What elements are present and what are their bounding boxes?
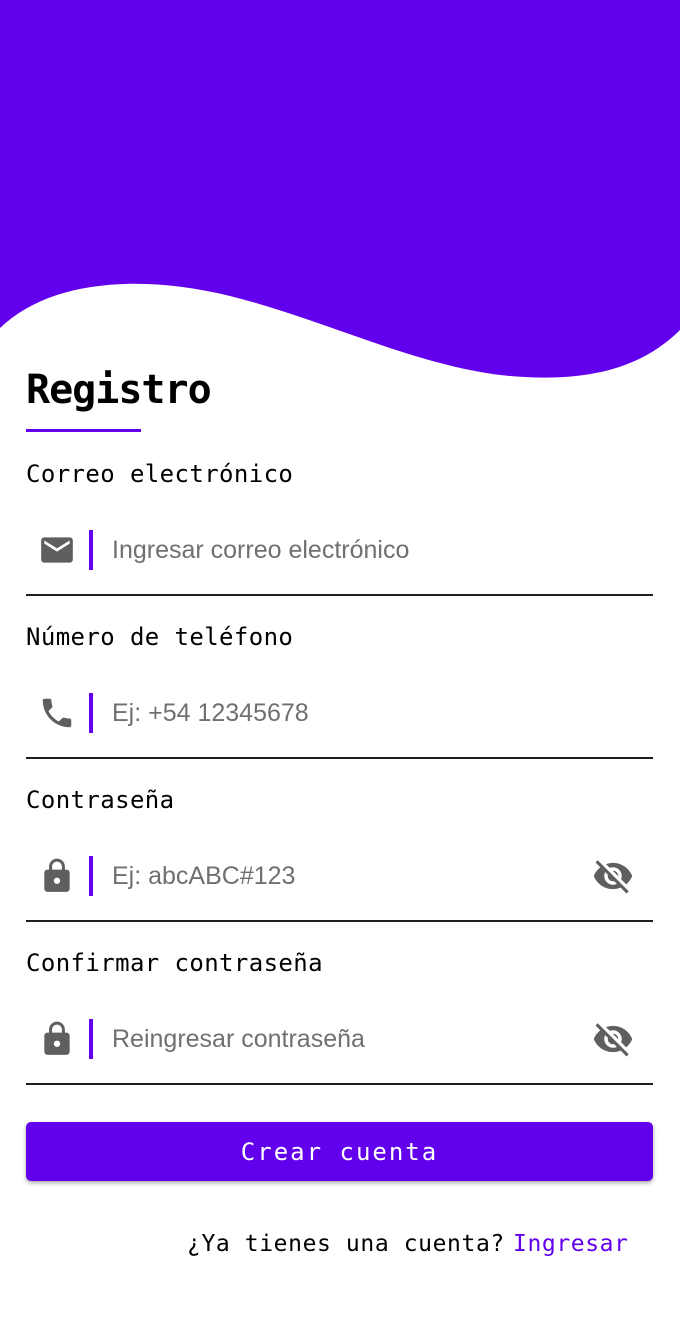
header-wave	[0, 0, 680, 378]
field-underline	[26, 920, 653, 922]
create-account-button[interactable]: Crear cuenta	[26, 1122, 653, 1181]
password-label: Contraseña	[26, 786, 175, 814]
eye-off-icon[interactable]	[592, 1018, 634, 1060]
email-field-group: Correo electrónico	[26, 456, 653, 620]
phone-field-group: Número de teléfono	[26, 619, 653, 783]
phone-label: Número de teléfono	[26, 623, 294, 651]
field-underline	[26, 757, 653, 759]
field-divider	[89, 693, 93, 733]
lock-icon	[44, 858, 70, 892]
mail-icon	[41, 537, 73, 563]
eye-off-icon[interactable]	[592, 855, 634, 897]
phone-icon	[42, 698, 72, 728]
page-title: Registro	[26, 367, 212, 413]
field-underline	[26, 594, 653, 596]
lock-icon	[44, 1021, 70, 1055]
field-divider	[89, 856, 93, 896]
field-divider	[89, 1019, 93, 1059]
confirm-password-field-group: Confirmar contraseña	[26, 945, 653, 1109]
login-prompt: ¿Ya tienes una cuenta?	[187, 1231, 505, 1257]
password-field-group: Contraseña	[26, 782, 653, 946]
title-underline	[26, 429, 141, 432]
confirm-password-input[interactable]	[112, 1019, 572, 1059]
login-link[interactable]: Ingresar	[513, 1226, 629, 1262]
field-divider	[89, 530, 93, 570]
field-underline	[26, 1083, 653, 1085]
phone-input[interactable]	[112, 693, 572, 733]
password-input[interactable]	[112, 856, 572, 896]
email-input[interactable]	[112, 530, 572, 570]
email-label: Correo electrónico	[26, 460, 294, 488]
confirm-password-label: Confirmar contraseña	[26, 949, 323, 977]
